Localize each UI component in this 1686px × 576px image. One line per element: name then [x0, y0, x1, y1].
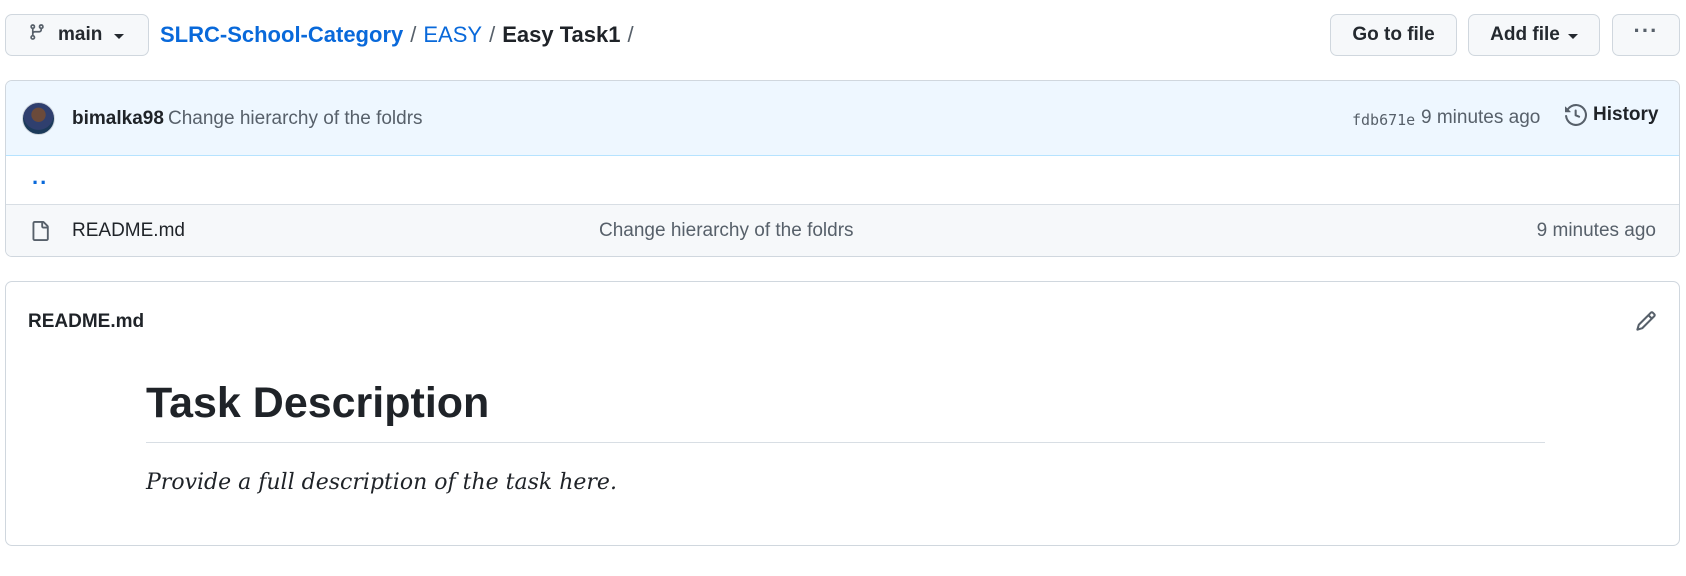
file-icon	[30, 220, 50, 247]
go-to-file-label: Go to file	[1352, 24, 1435, 45]
history-label: History	[1593, 104, 1659, 125]
latest-commit-bar: bimalka98 Change hierarchy of the foldrs…	[6, 81, 1679, 156]
breadcrumb: SLRC-School-Category / EASY / Easy Task1…	[160, 14, 641, 56]
breadcrumb-folder-link[interactable]: EASY	[423, 22, 482, 48]
kebab-horizontal-icon: ···	[1633, 18, 1659, 43]
breadcrumb-current: Easy Task1	[502, 22, 621, 47]
commit-sha-link[interactable]: fdb671e	[1352, 111, 1415, 129]
chevron-down-icon	[114, 33, 125, 39]
breadcrumb-repo-link[interactable]: SLRC-School-Category	[160, 22, 403, 48]
file-commit-message-link[interactable]: Change hierarchy of the foldrs	[599, 220, 854, 242]
more-options-button[interactable]: ···	[1612, 14, 1680, 56]
go-to-file-button[interactable]: Go to file	[1330, 14, 1457, 56]
readme-heading: Task Description	[146, 379, 1545, 443]
breadcrumb-separator: /	[489, 22, 496, 47]
branch-select-button[interactable]: main	[5, 14, 149, 56]
parent-directory-link[interactable]: ..	[32, 164, 48, 190]
add-file-label: Add file	[1490, 24, 1560, 45]
file-name-link[interactable]: README.md	[72, 220, 185, 242]
commit-author-link[interactable]: bimalka98	[72, 108, 164, 130]
repo-toolbar: main SLRC-School-Category / EASY / Easy …	[5, 14, 1680, 56]
breadcrumb-separator: /	[627, 22, 634, 47]
avatar[interactable]	[22, 102, 55, 135]
git-branch-icon	[28, 22, 46, 48]
branch-label: main	[58, 24, 103, 45]
pencil-icon[interactable]	[1635, 310, 1657, 337]
chevron-down-icon	[1567, 33, 1578, 39]
add-file-button[interactable]: Add file	[1468, 14, 1600, 56]
breadcrumb-separator: /	[410, 22, 417, 47]
commit-message-link[interactable]: Change hierarchy of the foldrs	[168, 108, 423, 130]
table-row[interactable]: README.md Change hierarchy of the foldrs…	[6, 205, 1679, 256]
parent-directory-row[interactable]: ..	[6, 156, 1679, 205]
history-icon	[1565, 104, 1587, 126]
file-list: bimalka98 Change hierarchy of the foldrs…	[5, 80, 1680, 257]
readme-panel: README.md Task Description Provide a ful…	[5, 281, 1680, 546]
commit-time: 9 minutes ago	[1421, 107, 1541, 128]
file-commit-time: 9 minutes ago	[1536, 220, 1656, 241]
history-link[interactable]: History	[1565, 104, 1658, 126]
readme-filename-link[interactable]: README.md	[28, 311, 144, 333]
readme-paragraph: Provide a full description of the task h…	[146, 470, 617, 495]
